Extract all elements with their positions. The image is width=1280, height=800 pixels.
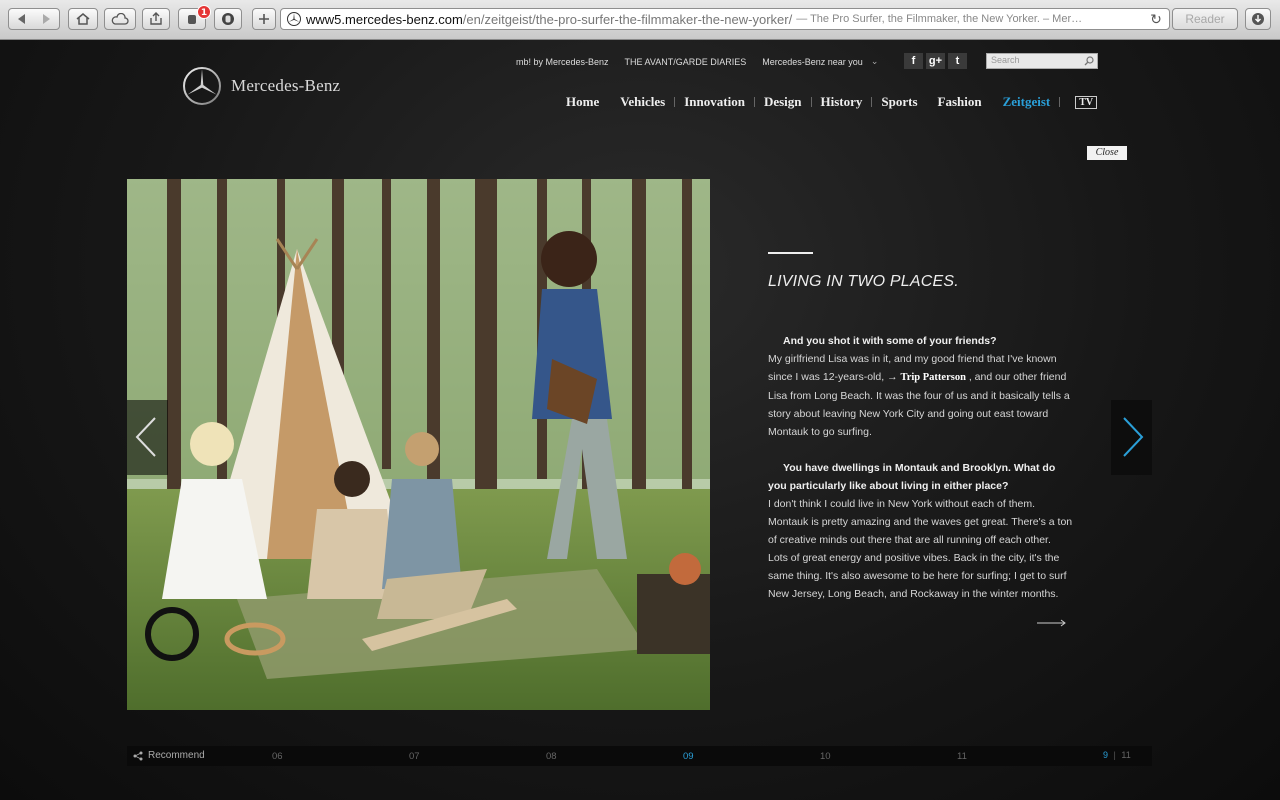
page-11[interactable]: 11 (957, 751, 967, 762)
article-text: LIVING IN TWO PLACES. And you shot it wi… (768, 252, 1073, 603)
chevron-right-icon (1123, 417, 1144, 457)
nav-tv[interactable]: TV (1075, 95, 1098, 109)
nav-divider (810, 97, 812, 107)
url-path: /en/zeitgeist/the-pro-surfer-the-filmmak… (462, 11, 793, 27)
chevron-down-icon[interactable]: ⌄ (871, 56, 879, 67)
home-button[interactable] (68, 8, 98, 30)
close-button[interactable]: Close (1087, 146, 1127, 160)
question-2: You have dwellings in Montauk and Brookl… (768, 462, 1056, 492)
privacy-button[interactable] (214, 8, 242, 30)
brand-logo[interactable]: Mercedes-Benz (182, 66, 340, 106)
search-icon[interactable] (1084, 56, 1094, 66)
title-rule (768, 252, 813, 254)
cloud-icon (111, 13, 129, 25)
social-links: f g+ t (904, 53, 967, 69)
notification-badge: 1 (197, 5, 211, 19)
page: Mercedes-Benz mb! by Mercedes-Benz THE A… (0, 40, 1280, 800)
nav-innovation[interactable]: Innovation (684, 94, 745, 110)
page-09[interactable]: 09 (683, 751, 694, 762)
search-input[interactable]: Search (986, 53, 1098, 69)
nav-divider (871, 97, 873, 107)
download-icon (1252, 13, 1264, 25)
downloads-button[interactable] (1245, 8, 1271, 30)
article-title: LIVING IN TWO PLACES. (768, 273, 959, 290)
total-pages: 11 (1121, 750, 1131, 760)
back-icon[interactable] (10, 12, 34, 26)
page-title-in-url: — The Pro Surfer, the Filmmaker, the New… (796, 13, 1083, 25)
gallery-photo (127, 179, 710, 710)
share-button[interactable] (142, 8, 170, 30)
current-page: 9 (1103, 750, 1109, 760)
address-bar[interactable]: www5.mercedes-benz.com /en/zeitgeist/the… (280, 8, 1170, 30)
more-arrow-icon[interactable] (1037, 619, 1067, 627)
nav-sports[interactable]: Sports (881, 94, 917, 110)
extension-button[interactable]: 1 (178, 5, 211, 30)
page-07[interactable]: 07 (409, 751, 420, 762)
nav-fashion[interactable]: Fashion (938, 94, 982, 110)
hand-icon (222, 13, 234, 25)
forward-icon[interactable] (34, 12, 58, 26)
nav-divider (674, 97, 676, 107)
page-10[interactable]: 10 (820, 751, 831, 762)
facebook-icon[interactable]: f (904, 53, 923, 69)
page-separator: | (1113, 750, 1116, 760)
brand-name: Mercedes-Benz (231, 76, 341, 95)
share-icon (133, 751, 143, 760)
new-tab-button[interactable] (252, 8, 276, 30)
question-1: And you shot it with some of your friend… (783, 335, 997, 347)
page-06[interactable]: 06 (272, 751, 283, 762)
icloud-button[interactable] (104, 8, 136, 30)
nav-history[interactable]: History (821, 94, 863, 110)
top-link-near-you[interactable]: Mercedes-Benz near you (762, 57, 863, 67)
nav-vehicles[interactable]: Vehicles (620, 94, 665, 110)
trip-patterson-link[interactable]: Trip Patterson (900, 372, 965, 383)
recommend-button[interactable]: Recommend (133, 750, 205, 761)
top-link-avant-garde[interactable]: THE AVANT/GARDE DIARIES (625, 57, 747, 67)
chevron-left-icon (135, 417, 156, 457)
top-link-mb[interactable]: mb! by Mercedes-Benz (516, 57, 609, 67)
top-links: mb! by Mercedes-Benz THE AVANT/GARDE DIA… (516, 56, 898, 67)
mercedes-site-icon (287, 12, 301, 26)
nav-zeitgeist[interactable]: Zeitgeist (1003, 94, 1051, 110)
nav-home[interactable]: Home (566, 94, 599, 110)
share-icon (150, 12, 162, 25)
nav-divider (1059, 97, 1061, 107)
nav-divider (753, 97, 755, 107)
browser-toolbar: 1 www5.mercedes-benz.com /en/zeitgeist/t… (0, 0, 1280, 40)
link-arrow-icon: → (887, 371, 898, 383)
nav-design[interactable]: Design (764, 94, 802, 110)
home-icon (76, 13, 90, 25)
url-domain: www5.mercedes-benz.com (306, 11, 463, 27)
google-plus-icon[interactable]: g+ (926, 53, 945, 69)
answer-2: I don't think I could live in New York w… (768, 498, 1073, 600)
mercedes-star-icon (183, 67, 221, 105)
page-counter: 9 | 11 (1103, 750, 1131, 760)
back-forward-buttons[interactable] (8, 8, 60, 30)
plus-icon (259, 14, 269, 24)
answer-1: My girlfriend Lisa was in it, and my goo… (768, 350, 1073, 441)
page-08[interactable]: 08 (546, 751, 557, 762)
main-nav: Home Vehicles Innovation Design History … (566, 94, 1098, 110)
recommend-label: Recommend (148, 750, 205, 761)
reload-icon[interactable]: ↻ (1147, 10, 1165, 28)
twitter-icon[interactable]: t (948, 53, 967, 69)
gallery-pager: Recommend 06 07 08 09 10 11 9 | 11 (127, 746, 1152, 766)
previous-slide-button[interactable] (127, 400, 168, 475)
next-slide-button[interactable] (1111, 400, 1152, 475)
reader-button[interactable]: Reader (1172, 8, 1238, 30)
